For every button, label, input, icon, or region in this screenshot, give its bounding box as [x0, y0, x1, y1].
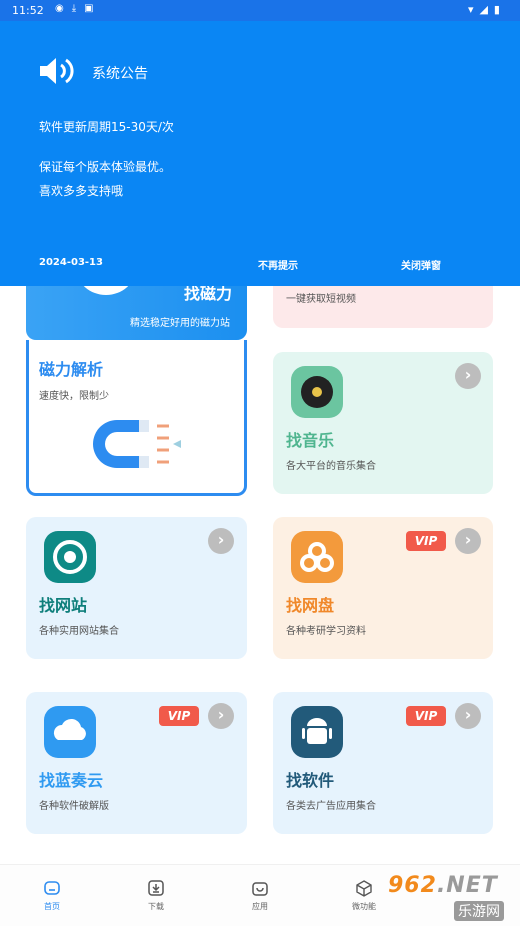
status-time: 11:52 [12, 4, 44, 17]
close-popup-button[interactable]: 关闭弹窗 [401, 257, 441, 272]
tab-label: 首页 [44, 902, 60, 911]
cloud-icon [44, 706, 96, 758]
tab-home[interactable]: 首页 [32, 879, 72, 912]
magnet-parse-card[interactable]: 磁力解析 速度快，限制少 [26, 340, 247, 496]
website-desc: 各种实用网站集合 [39, 626, 119, 637]
status-bar: 11:52 ◉⤓▣ ▾◢▮ [0, 0, 520, 21]
netdisk-vip-badge: VIP [406, 531, 446, 551]
software-title: 找软件 [286, 771, 335, 790]
lanzou-vip-badge: VIP [159, 706, 199, 726]
announcement-line: 保证每个版本体验最优。 [39, 160, 172, 174]
website-arrow-icon[interactable]: › [208, 528, 234, 554]
music-icon [291, 366, 343, 418]
netdisk-card[interactable]: VIP › 找网盘 各种考研学习资料 [273, 517, 493, 659]
no-remind-button[interactable]: 不再提示 [258, 257, 298, 272]
announcement-line: 软件更新周期15-30天/次 [39, 120, 174, 134]
status-system-icons: ▾◢▮ [467, 3, 506, 16]
lanzou-card[interactable]: VIP › 找蓝奏云 各种软件破解版 [26, 692, 247, 834]
watermark-logo: 962.NET 乐游网 [388, 873, 516, 923]
announcement-date: 2024-03-13 [39, 257, 103, 268]
tab-apps[interactable]: 应用 [240, 879, 280, 912]
announcement-popup: 系统公告 软件更新周期15-30天/次 保证每个版本体验最优。 喜欢多多支持哦 … [0, 21, 520, 286]
lanzou-arrow-icon[interactable]: › [208, 703, 234, 729]
bottom-navigation: 首页 下载 应用 微功能 962.NET 乐游网 [0, 864, 520, 926]
tab-micro-features[interactable]: 微功能 [344, 879, 384, 912]
lanzou-desc: 各种软件破解版 [39, 801, 109, 812]
speaker-icon [40, 58, 74, 84]
cube-icon [356, 880, 372, 897]
software-vip-badge: VIP [406, 706, 446, 726]
announcement-line: 喜欢多多支持哦 [39, 184, 124, 198]
magnet-parse-title: 磁力解析 [39, 360, 104, 379]
netdisk-desc: 各种考研学习资料 [286, 626, 366, 637]
android-icon [291, 706, 343, 758]
home-icon [44, 881, 60, 895]
status-notification-icons: ◉⤓▣ [55, 3, 102, 14]
tab-label: 微功能 [352, 902, 376, 911]
announcement-title: 系统公告 [92, 66, 148, 82]
music-desc: 各大平台的音乐集合 [286, 461, 376, 472]
video-desc: 一键获取短视频 [286, 294, 356, 305]
tab-label: 应用 [252, 902, 268, 911]
magnet-parse-desc: 速度快，限制少 [39, 391, 109, 402]
tab-download[interactable]: 下载 [136, 879, 176, 912]
netdisk-title: 找网盘 [286, 596, 335, 615]
website-card[interactable]: › 找网站 各种实用网站集合 [26, 517, 247, 659]
bag-icon [252, 882, 268, 896]
software-desc: 各类去广告应用集合 [286, 801, 376, 812]
download-icon [148, 880, 164, 896]
music-title: 找音乐 [286, 431, 335, 450]
magnet-icon [93, 420, 181, 468]
chrome-icon [44, 531, 96, 583]
magnet-banner-desc: 精选稳定好用的磁力站 [130, 318, 230, 329]
tab-label: 下载 [148, 902, 164, 911]
software-card[interactable]: VIP › 找软件 各类去广告应用集合 [273, 692, 493, 834]
netdisk-arrow-icon[interactable]: › [455, 528, 481, 554]
website-title: 找网站 [39, 596, 88, 615]
music-arrow-icon[interactable]: › [455, 363, 481, 389]
software-arrow-icon[interactable]: › [455, 703, 481, 729]
lanzou-title: 找蓝奏云 [39, 771, 104, 790]
cloud-disk-icon [291, 531, 343, 583]
music-card[interactable]: › 找音乐 各大平台的音乐集合 [273, 352, 493, 494]
